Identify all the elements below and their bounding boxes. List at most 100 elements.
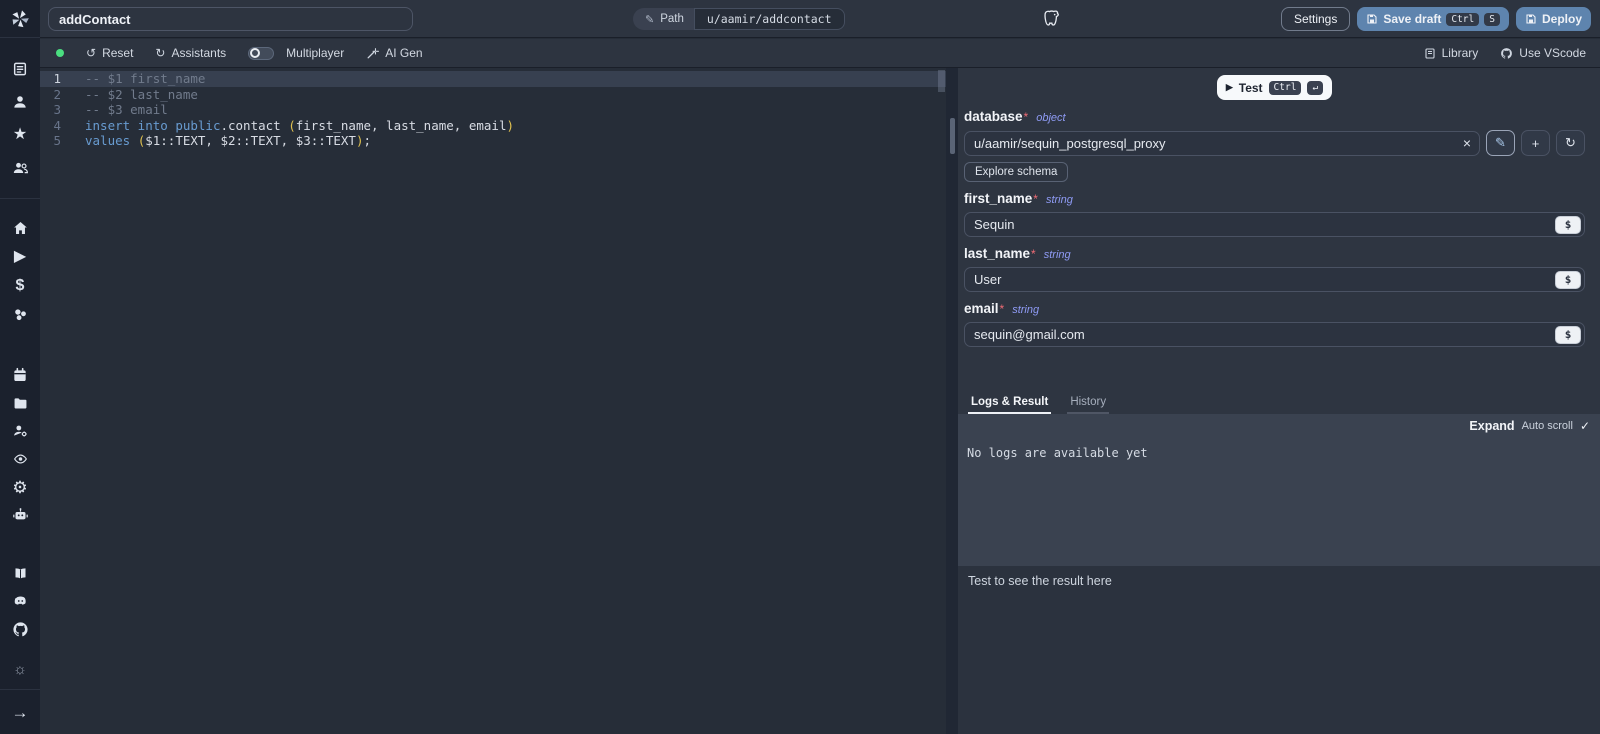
path-label: Path: [660, 13, 684, 25]
required-asterisk: *: [1024, 110, 1029, 124]
use-vscode-button[interactable]: Use VScode: [1500, 46, 1586, 60]
library-button[interactable]: Library: [1424, 46, 1479, 60]
eye-icon[interactable]: [0, 445, 40, 473]
required-asterisk: *: [1033, 192, 1038, 206]
test-args-form: ▶ Test Ctrl ↵ database* object × ✎ +: [958, 68, 1600, 392]
sun-icon[interactable]: ☼: [0, 655, 40, 683]
postgresql-icon: [1042, 8, 1064, 30]
multiplayer-label: Multiplayer: [286, 46, 344, 60]
refresh-resource-button[interactable]: ↻: [1556, 130, 1585, 156]
edit-resource-button[interactable]: ✎: [1486, 130, 1515, 156]
field-type: string: [1012, 304, 1039, 316]
field-type: string: [1044, 249, 1071, 261]
clear-icon[interactable]: ×: [1463, 134, 1471, 153]
path-value: u/aamir/addcontact: [694, 8, 845, 30]
ai-gen-button[interactable]: AI Gen: [366, 46, 422, 60]
code-text: -- $3 email: [85, 102, 168, 118]
deploy-button[interactable]: Deploy: [1516, 7, 1591, 31]
field-name: database: [964, 109, 1023, 124]
logs-tabs: Logs & Result History: [958, 392, 1600, 414]
sidebar: ★ ▶ $ ⚙: [0, 0, 40, 734]
logs-panel: Expand Auto scroll ✓ No logs are availab…: [958, 414, 1600, 566]
logs-empty-message: No logs are available yet: [967, 446, 1148, 460]
last-name-input[interactable]: [964, 267, 1585, 292]
code-editor[interactable]: 1-- $1 first_name2-- $2 last_name3-- $3 …: [40, 68, 946, 734]
code-line[interactable]: 1-- $1 first_name: [40, 71, 946, 87]
reset-button[interactable]: ↺ Reset: [86, 46, 133, 60]
code-line[interactable]: 2-- $2 last_name: [40, 87, 946, 103]
dollar-icon[interactable]: $: [0, 271, 40, 300]
folder-icon[interactable]: [0, 389, 40, 417]
database-input[interactable]: [964, 131, 1480, 156]
test-button[interactable]: ▶ Test Ctrl ↵: [1217, 75, 1332, 100]
resources-icon[interactable]: [0, 300, 40, 329]
refresh-icon: ↻: [1565, 135, 1576, 151]
right-panel: ▶ Test Ctrl ↵ database* object × ✎ +: [958, 68, 1600, 734]
script-title-input[interactable]: [48, 7, 413, 31]
topbar: ✎ Path u/aamir/addcontact Settings Save …: [40, 0, 1600, 38]
check-icon[interactable]: ✓: [1580, 419, 1590, 433]
panel-splitter[interactable]: [946, 68, 958, 734]
discord-icon[interactable]: [0, 587, 40, 615]
save-draft-button[interactable]: Save draft Ctrl S: [1357, 7, 1509, 31]
user-icon[interactable]: [0, 85, 40, 118]
field-name: first_name: [964, 191, 1032, 206]
windmill-logo[interactable]: [0, 0, 40, 37]
field-type: object: [1036, 112, 1065, 124]
line-number: 1: [40, 71, 85, 87]
explore-schema-button[interactable]: Explore schema: [964, 162, 1068, 182]
autoscroll-label: Auto scroll: [1522, 420, 1573, 432]
line-number: 2: [40, 87, 85, 103]
code-line[interactable]: 3-- $3 email: [40, 102, 946, 118]
robot-icon[interactable]: [0, 501, 40, 529]
home-icon[interactable]: [0, 213, 40, 242]
library-icon: [1424, 47, 1436, 60]
email-input[interactable]: [964, 322, 1585, 347]
github-icon[interactable]: [0, 615, 40, 643]
field-name: email: [964, 301, 999, 316]
code-line[interactable]: 4insert into public.contact (first_name,…: [40, 118, 946, 134]
gear-icon[interactable]: ⚙: [0, 473, 40, 501]
code-text: -- $1 first_name: [85, 71, 205, 87]
insert-variable-button[interactable]: $: [1555, 216, 1581, 234]
expand-button[interactable]: Expand: [1469, 419, 1514, 433]
field-name: last_name: [964, 246, 1030, 261]
add-resource-button[interactable]: +: [1521, 130, 1550, 156]
editor-scrollbar[interactable]: [938, 68, 945, 734]
field-type: string: [1046, 194, 1073, 206]
required-asterisk: *: [1031, 247, 1036, 261]
path-badge[interactable]: ✎ Path u/aamir/addcontact: [633, 8, 845, 30]
kbd-s: S: [1484, 13, 1500, 26]
insert-variable-button[interactable]: $: [1555, 326, 1581, 344]
result-empty-message: Test to see the result here: [968, 574, 1112, 588]
settings-button[interactable]: Settings: [1281, 7, 1350, 31]
code-line[interactable]: 5values ($1::TEXT, $2::TEXT, $3::TEXT);: [40, 133, 946, 149]
result-panel: Test to see the result here: [958, 566, 1600, 734]
star-icon[interactable]: ★: [0, 118, 40, 151]
editor-toolbar: ↺ Reset ↻ Assistants Multiplayer AI Gen …: [40, 39, 1600, 68]
splitter-handle[interactable]: [950, 118, 955, 154]
play-icon[interactable]: ▶: [0, 242, 40, 271]
line-number: 3: [40, 102, 85, 118]
code-text: values ($1::TEXT, $2::TEXT, $3::TEXT);: [85, 133, 371, 149]
workers-icon[interactable]: [0, 417, 40, 445]
tab-logs-result[interactable]: Logs & Result: [968, 396, 1051, 414]
plus-icon: +: [1532, 136, 1540, 151]
multiplayer-toggle-group: Multiplayer: [248, 46, 344, 60]
book-icon[interactable]: [0, 559, 40, 587]
deploy-icon: [1525, 13, 1537, 25]
users-icon[interactable]: [0, 151, 40, 184]
calendar-icon[interactable]: [0, 361, 40, 389]
first-name-input[interactable]: [964, 212, 1585, 237]
arrow-right-icon[interactable]: →: [0, 690, 40, 734]
insert-variable-button[interactable]: $: [1555, 271, 1581, 289]
sidebar-divider: [0, 37, 40, 38]
kbd-ctrl: Ctrl: [1446, 13, 1479, 26]
github-circle-icon: [1500, 47, 1513, 60]
multiplayer-toggle[interactable]: [248, 47, 274, 60]
refresh-icon: ↻: [155, 46, 165, 60]
list-icon[interactable]: [0, 52, 40, 85]
line-number: 4: [40, 118, 85, 134]
assistants-button[interactable]: ↻ Assistants: [155, 46, 226, 60]
tab-history[interactable]: History: [1067, 396, 1109, 414]
